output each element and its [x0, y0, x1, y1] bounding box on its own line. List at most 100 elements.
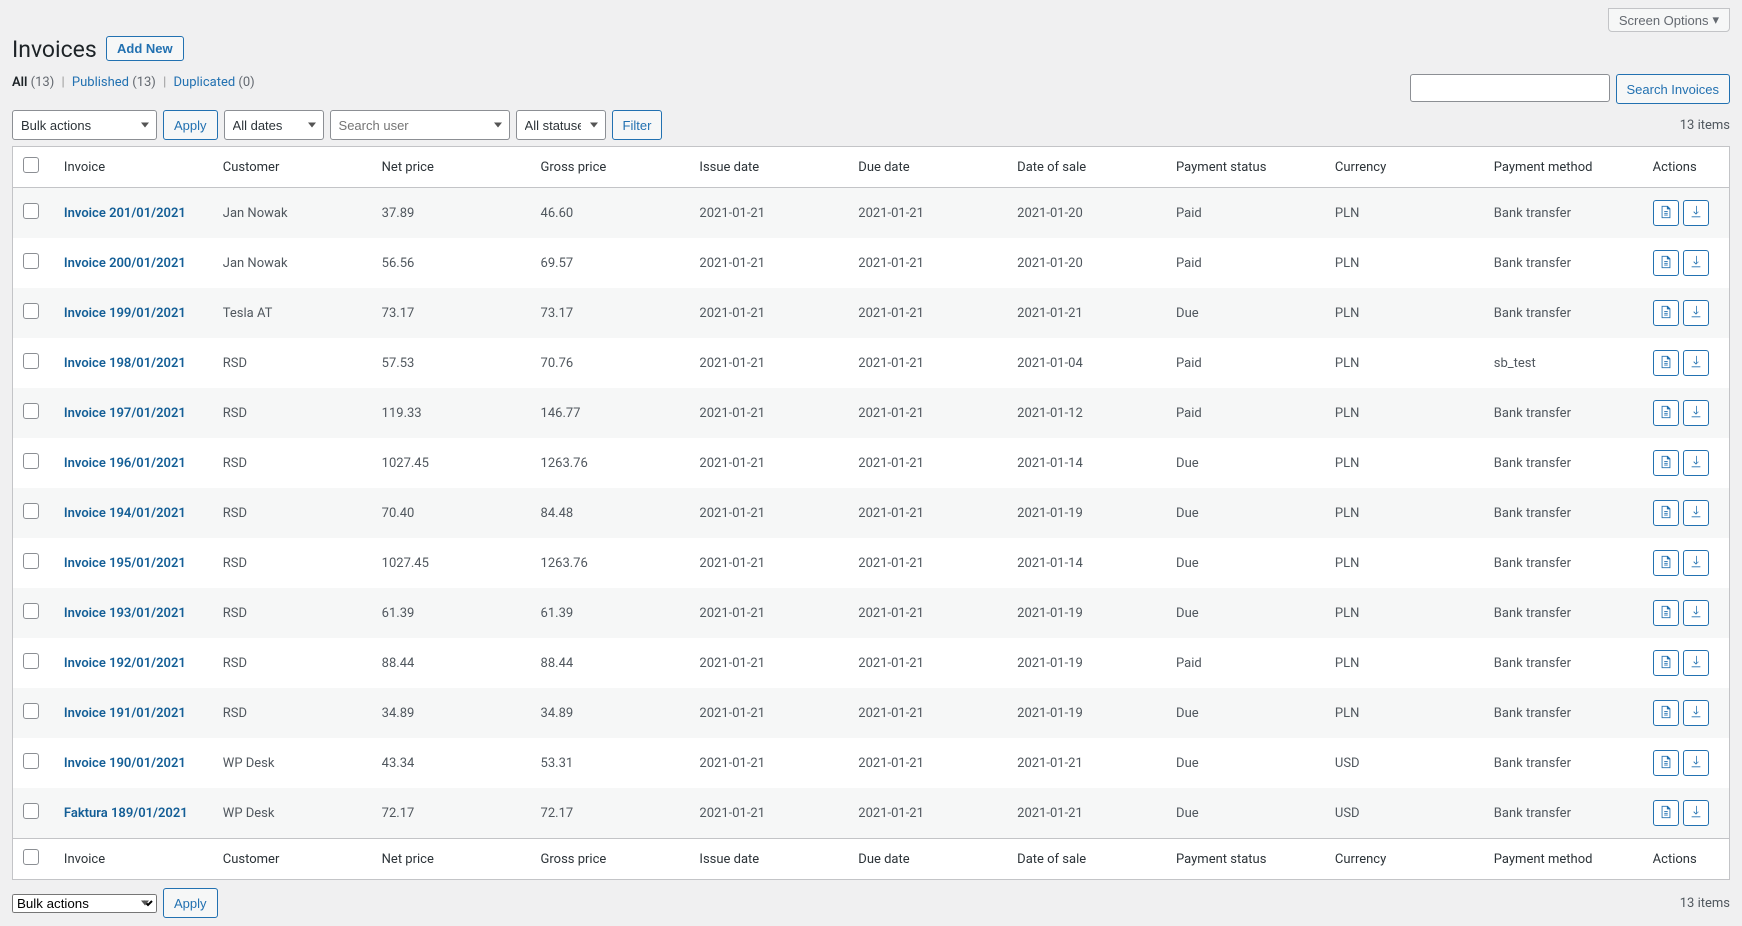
filter-all[interactable]: All (13) [12, 75, 58, 90]
view-invoice-button[interactable] [1653, 350, 1679, 376]
invoice-link[interactable]: Invoice 193/01/2021 [64, 606, 186, 621]
invoice-link[interactable]: Invoice 190/01/2021 [64, 756, 186, 771]
invoice-link[interactable]: Invoice 191/01/2021 [64, 706, 186, 721]
view-invoice-button[interactable] [1653, 800, 1679, 826]
bulk-actions-select[interactable]: Bulk actions [12, 110, 157, 140]
search-invoices-input[interactable] [1410, 74, 1610, 102]
download-invoice-button[interactable] [1683, 600, 1709, 626]
download-icon [1689, 655, 1703, 672]
dates-select[interactable]: All dates [224, 110, 324, 140]
cell-due: 2021-01-21 [848, 338, 1007, 388]
col-issue[interactable]: Issue date [689, 147, 848, 188]
invoice-link[interactable]: Invoice 192/01/2021 [64, 656, 186, 671]
col-issue-foot[interactable]: Issue date [689, 839, 848, 880]
col-pmethod[interactable]: Payment method [1484, 147, 1643, 188]
col-gross[interactable]: Gross price [531, 147, 690, 188]
download-invoice-button[interactable] [1683, 800, 1709, 826]
row-checkbox[interactable] [23, 503, 39, 519]
download-invoice-button[interactable] [1683, 550, 1709, 576]
filter-button[interactable]: Filter [612, 110, 663, 140]
row-checkbox[interactable] [23, 803, 39, 819]
download-invoice-button[interactable] [1683, 300, 1709, 326]
add-new-button[interactable]: Add New [106, 36, 184, 61]
select-all-top-checkbox[interactable] [23, 157, 39, 173]
view-invoice-button[interactable] [1653, 500, 1679, 526]
col-gross-foot[interactable]: Gross price [531, 839, 690, 880]
col-net[interactable]: Net price [372, 147, 531, 188]
invoice-link[interactable]: Faktura 189/01/2021 [64, 806, 188, 821]
download-invoice-button[interactable] [1683, 450, 1709, 476]
status-select[interactable]: All statuses [516, 110, 606, 140]
download-invoice-button[interactable] [1683, 650, 1709, 676]
row-checkbox[interactable] [23, 253, 39, 269]
invoice-link[interactable]: Invoice 196/01/2021 [64, 456, 186, 471]
col-pmethod-foot[interactable]: Payment method [1484, 839, 1643, 880]
invoice-link[interactable]: Invoice 199/01/2021 [64, 306, 186, 321]
col-currency-foot[interactable]: Currency [1325, 839, 1484, 880]
cell-pstatus: Due [1166, 588, 1325, 638]
col-pstatus-foot[interactable]: Payment status [1166, 839, 1325, 880]
view-invoice-button[interactable] [1653, 700, 1679, 726]
download-invoice-button[interactable] [1683, 750, 1709, 776]
col-customer[interactable]: Customer [213, 147, 372, 188]
row-checkbox[interactable] [23, 603, 39, 619]
screen-options-button[interactable]: Screen Options ▾ [1608, 8, 1730, 32]
row-checkbox[interactable] [23, 403, 39, 419]
view-invoice-button[interactable] [1653, 600, 1679, 626]
col-invoice-foot[interactable]: Invoice [54, 839, 213, 880]
col-sale[interactable]: Date of sale [1007, 147, 1166, 188]
cell-customer: RSD [213, 388, 372, 438]
download-invoice-button[interactable] [1683, 400, 1709, 426]
view-invoice-button[interactable] [1653, 300, 1679, 326]
download-invoice-button[interactable] [1683, 200, 1709, 226]
row-checkbox[interactable] [23, 453, 39, 469]
col-invoice[interactable]: Invoice [54, 147, 213, 188]
col-due-foot[interactable]: Due date [848, 839, 1007, 880]
view-invoice-button[interactable] [1653, 650, 1679, 676]
filter-published[interactable]: Published (13) [72, 75, 159, 90]
row-checkbox[interactable] [23, 203, 39, 219]
col-net-foot[interactable]: Net price [372, 839, 531, 880]
row-checkbox[interactable] [23, 553, 39, 569]
view-invoice-button[interactable] [1653, 400, 1679, 426]
row-checkbox[interactable] [23, 703, 39, 719]
row-checkbox[interactable] [23, 303, 39, 319]
row-checkbox[interactable] [23, 753, 39, 769]
invoice-link[interactable]: Invoice 197/01/2021 [64, 406, 186, 421]
invoice-link[interactable]: Invoice 201/01/2021 [64, 206, 186, 221]
download-invoice-button[interactable] [1683, 350, 1709, 376]
filter-duplicated[interactable]: Duplicated (0) [174, 75, 255, 90]
invoice-link[interactable]: Invoice 194/01/2021 [64, 506, 186, 521]
col-currency[interactable]: Currency [1325, 147, 1484, 188]
search-invoices-button[interactable]: Search Invoices [1616, 74, 1731, 104]
view-invoice-button[interactable] [1653, 200, 1679, 226]
cell-currency: PLN [1325, 488, 1484, 538]
document-icon [1659, 555, 1673, 572]
download-invoice-button[interactable] [1683, 700, 1709, 726]
col-due[interactable]: Due date [848, 147, 1007, 188]
invoice-link[interactable]: Invoice 200/01/2021 [64, 256, 186, 271]
document-icon [1659, 405, 1673, 422]
view-invoice-button[interactable] [1653, 750, 1679, 776]
select-all-bottom-checkbox[interactable] [23, 849, 39, 865]
view-invoice-button[interactable] [1653, 450, 1679, 476]
cell-sale: 2021-01-21 [1007, 738, 1166, 788]
download-icon [1689, 755, 1703, 772]
row-checkbox[interactable] [23, 653, 39, 669]
invoice-link[interactable]: Invoice 198/01/2021 [64, 356, 186, 371]
row-checkbox[interactable] [23, 353, 39, 369]
search-user-input[interactable] [330, 110, 510, 140]
download-invoice-button[interactable] [1683, 500, 1709, 526]
apply-bulk-button[interactable]: Apply [163, 110, 218, 140]
cell-issue: 2021-01-21 [689, 738, 848, 788]
invoice-link[interactable]: Invoice 195/01/2021 [64, 556, 186, 571]
view-invoice-button[interactable] [1653, 250, 1679, 276]
col-customer-foot[interactable]: Customer [213, 839, 372, 880]
cell-issue: 2021-01-21 [689, 238, 848, 288]
apply-bulk-button-bottom[interactable]: Apply [163, 888, 218, 918]
col-sale-foot[interactable]: Date of sale [1007, 839, 1166, 880]
download-invoice-button[interactable] [1683, 250, 1709, 276]
col-pstatus[interactable]: Payment status [1166, 147, 1325, 188]
bulk-actions-select-bottom[interactable]: Bulk actions [12, 894, 157, 913]
view-invoice-button[interactable] [1653, 550, 1679, 576]
